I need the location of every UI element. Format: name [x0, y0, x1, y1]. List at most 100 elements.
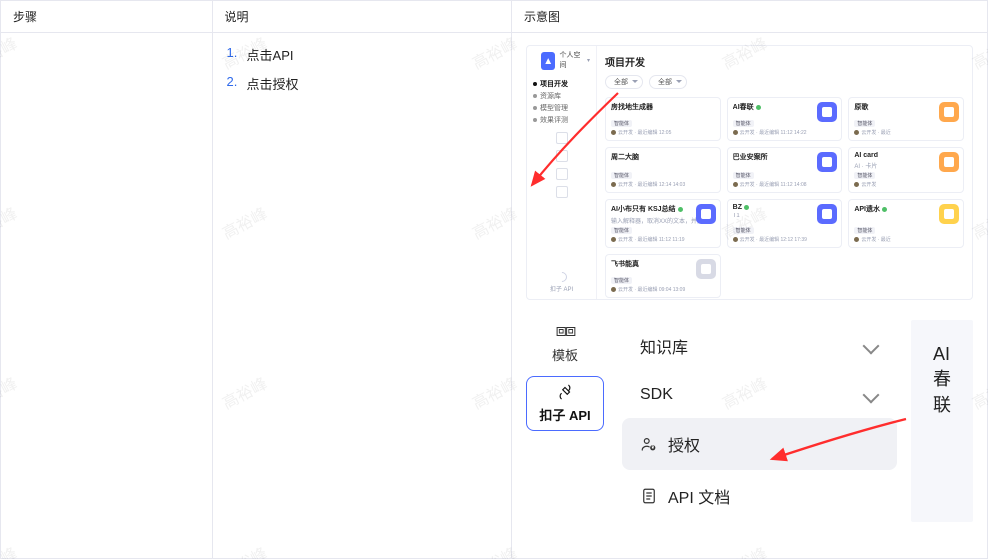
verified-icon [882, 207, 887, 212]
card-meta: 云开发 · 最近编辑 12:12 17:39 [733, 236, 837, 243]
three-column-table: 步骤 说明 点击API 点击授权 示意图 ▲ 个人空间 ▾ [0, 0, 988, 559]
menu-item-api-docs[interactable]: API 文档 [622, 470, 897, 522]
card-app-icon [939, 152, 959, 172]
col-desc-header: 说明 [213, 1, 511, 33]
mini-sidebar: ▲ 个人空间 ▾ 项目开发 资源库 模型管理 效果评测 [527, 46, 597, 299]
card-title: 巴业安案所 [733, 152, 828, 162]
filters: 全部 全部 [605, 75, 964, 89]
sidebar-api-label: 扣子 API [550, 287, 573, 293]
card-title: BZ [733, 204, 828, 211]
chevron-down-icon[interactable]: ▾ [587, 57, 590, 64]
col-desc: 说明 点击API 点击授权 [213, 0, 512, 559]
verified-icon [678, 207, 683, 212]
sidebar-item-model-mgmt[interactable]: 模型管理 [527, 102, 596, 114]
card-meta: 云开发 · 最近编辑 09:04 13:09 [611, 286, 715, 293]
menu-item-knowledge[interactable]: 知识库 [622, 320, 897, 372]
card-title: 原歌 [854, 102, 949, 112]
card-title: 房找地生成器 [611, 102, 706, 112]
side-preview-card: AI春联 [911, 320, 973, 522]
user-lock-icon [640, 435, 658, 453]
card-badge: 智能体 [733, 120, 754, 127]
document-icon [640, 487, 658, 505]
project-card[interactable]: BZT1智能体云开发 · 最近编辑 12:12 17:39 [727, 199, 843, 248]
project-card[interactable]: AI春联智能体云开发 · 最近编辑 11:12 14:22 [727, 97, 843, 141]
card-meta: 云开发 · 最近编辑 11:12 14:08 [733, 181, 837, 188]
template-label: 模板 [552, 345, 578, 364]
sidebar-api-link[interactable]: 扣子 API [527, 272, 596, 299]
sidebar-item-resource[interactable]: 资源库 [527, 90, 596, 102]
verified-icon [744, 205, 749, 210]
card-meta: 云开发 · 最近编辑 11:12 11:19 [611, 236, 715, 243]
menu-item-sdk[interactable]: SDK [622, 372, 897, 418]
api-button-label: 扣子 API [539, 405, 590, 424]
mini-screenshot: ▲ 个人空间 ▾ 项目开发 资源库 模型管理 效果评测 [526, 45, 973, 300]
col-step: 步骤 [0, 0, 213, 559]
page-title: 项目开发 [605, 54, 964, 69]
col-desc-body: 点击API 点击授权 [213, 33, 511, 558]
sidebar-tool-icon[interactable] [556, 186, 568, 198]
workspace-avatar[interactable]: ▲ [541, 52, 555, 70]
menu-item-label: SDK [640, 386, 673, 404]
plug-icon [556, 383, 574, 401]
card-badge: 智能体 [611, 227, 632, 234]
sidebar-tool-icon[interactable] [556, 132, 568, 144]
sidebar-tool-icon[interactable] [556, 150, 568, 162]
card-app-icon [696, 204, 716, 224]
project-card[interactable]: AI小布只有 KSJ总结输入解释器，取消XX的文本，并分智能体云开发 · 最近编… [605, 199, 721, 248]
sidebar-item-project-dev[interactable]: 项目开发 [527, 78, 596, 90]
card-badge: 智能体 [733, 172, 754, 179]
card-meta: 云开发 · 最近 [854, 236, 958, 243]
project-card[interactable]: 原歌智能体云开发 · 最近 [848, 97, 964, 141]
card-badge: 智能体 [611, 120, 632, 127]
mini-main: 项目开发 全部 全部 房找地生成器智能体云开发 · 最近编辑 12:05AI春联… [597, 46, 972, 299]
project-card[interactable]: AI cardAI · 卡片智能体云开发 [848, 147, 964, 193]
sidebar-tool-icon[interactable] [556, 168, 568, 180]
card-meta: 云开发 · 最近编辑 11:12 14:22 [733, 129, 837, 136]
card-badge: 智能体 [733, 227, 754, 234]
card-badge: 智能体 [854, 120, 875, 127]
filter-select[interactable]: 全部 [649, 75, 687, 89]
card-meta: 云开发 [854, 181, 958, 188]
chevron-down-icon [863, 338, 880, 355]
menu-item-label: API 文档 [668, 484, 730, 508]
template-icon: ⧈⧈ [556, 320, 575, 341]
card-title: AI小布只有 KSJ总结 [611, 204, 706, 214]
project-card[interactable]: 房找地生成器智能体云开发 · 最近编辑 12:05 [605, 97, 721, 141]
project-card[interactable]: API遗水智能体云开发 · 最近 [848, 199, 964, 248]
template-button[interactable]: ⧈⧈ 模板 [552, 320, 578, 364]
step-item: 点击API [227, 45, 497, 64]
card-title: 周二大脑 [611, 152, 706, 162]
filter-select[interactable]: 全部 [605, 75, 643, 89]
verified-icon [756, 105, 761, 110]
lower-leftcol: ⧈⧈ 模板 扣子 API [526, 320, 604, 522]
api-button[interactable]: 扣子 API [526, 376, 604, 431]
sidebar-item-eval[interactable]: 效果评测 [527, 114, 596, 126]
cards-grid: 房找地生成器智能体云开发 · 最近编辑 12:05AI春联智能体云开发 · 最近… [605, 97, 964, 298]
project-card[interactable]: 巴业安案所智能体云开发 · 最近编辑 11:12 14:08 [727, 147, 843, 193]
workspace-name: 个人空间 [559, 50, 582, 70]
card-app-icon [817, 152, 837, 172]
menu-item-auth[interactable]: 授权 [622, 418, 897, 470]
sidebar-tool-icons [527, 132, 596, 198]
card-badge: 智能体 [854, 227, 875, 234]
col-diagram-header: 示意图 [512, 1, 987, 33]
project-card[interactable]: 周二大脑智能体云开发 · 最近编辑 12:14 14:03 [605, 147, 721, 193]
card-meta: 云开发 · 最近编辑 12:05 [611, 129, 715, 136]
card-badge: 智能体 [611, 277, 632, 284]
menu-item-label: 授权 [668, 432, 700, 456]
col-diagram: 示意图 ▲ 个人空间 ▾ 项目开发 资源库 模型管理 效果评测 [512, 0, 988, 559]
side-preview-title: AI春联 [933, 344, 951, 415]
card-title: AI春联 [733, 102, 828, 112]
lower-menu: ⧈⧈ 模板 扣子 API 知识库 [526, 320, 973, 522]
card-app-icon [939, 102, 959, 122]
chevron-down-icon [863, 387, 880, 404]
card-badge: 智能体 [854, 172, 875, 179]
plug-icon [554, 270, 568, 284]
card-app-icon [696, 259, 716, 279]
steps-list: 点击API 点击授权 [227, 45, 497, 93]
project-card[interactable]: 飞书能真智能体云开发 · 最近编辑 09:04 13:09 [605, 254, 721, 298]
card-badge: 智能体 [611, 172, 632, 179]
card-app-icon [817, 102, 837, 122]
card-title: AI card [854, 152, 949, 159]
col-diagram-body: ▲ 个人空间 ▾ 项目开发 资源库 模型管理 效果评测 [512, 33, 987, 558]
